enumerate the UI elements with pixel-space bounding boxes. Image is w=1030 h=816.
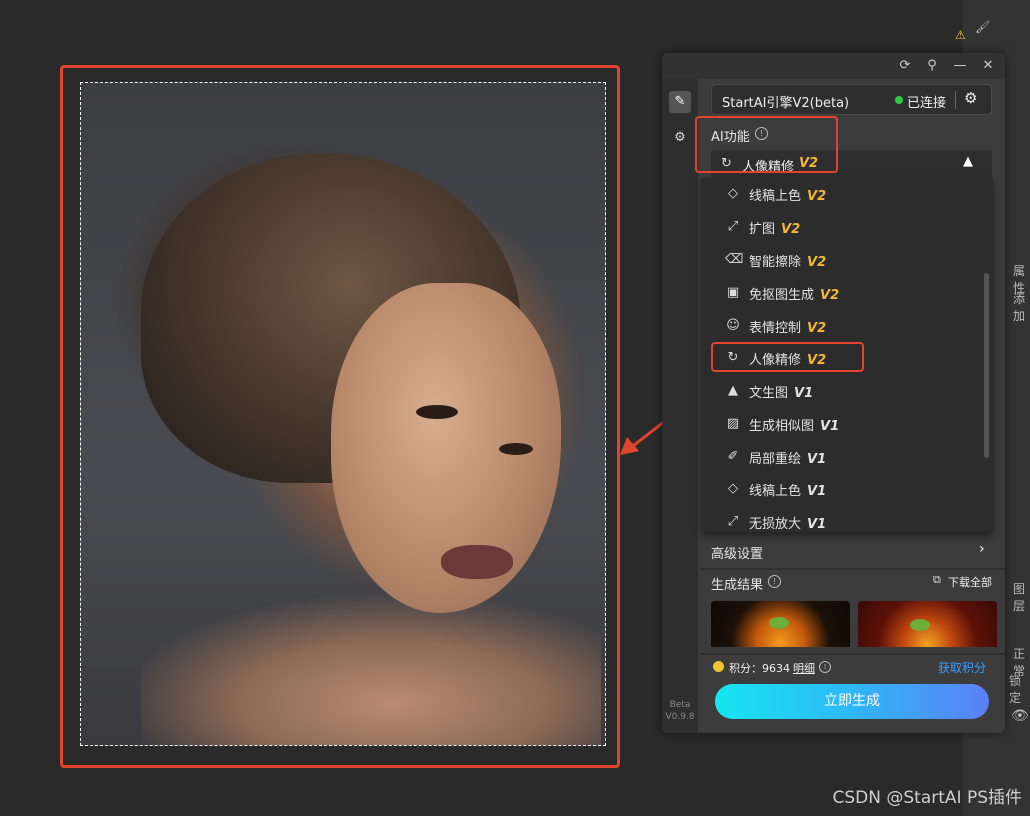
dropdown-item-inpaint[interactable]: ✐ 局部重绘 V1 [701, 442, 981, 472]
beta-label: Beta [669, 700, 691, 710]
dropdown-scrollbar[interactable] [984, 273, 989, 458]
connection-status: 已连接 [907, 96, 947, 111]
result-thumbnail-2[interactable] [858, 601, 997, 647]
points-detail-link[interactable]: 明细 [793, 660, 815, 676]
highlight-box-portrait-item [711, 342, 864, 372]
warning-icon: ⚠ [955, 28, 966, 42]
engine-selector[interactable]: StartAI引擎V2(beta) 已连接 ⚙ [711, 84, 992, 115]
info-icon[interactable]: ! [768, 575, 781, 588]
panel-sidebar: ✎ ⚙ Beta V0.9.8 [662, 79, 698, 733]
watermark-text: CSDN @StartAI PS插件 [832, 788, 1023, 808]
paint-bucket-icon: ◇ [728, 186, 738, 201]
get-points-link[interactable]: 获取积分 [938, 659, 986, 676]
download-icon: ⧉ [933, 573, 941, 586]
dropdown-item-line-color-v1[interactable]: ◇ 线稿上色 V1 [701, 474, 981, 504]
expand-icon: ⤢ [727, 219, 739, 234]
lock-label: 锁定 [1009, 674, 1022, 705]
status-dot-icon [895, 96, 903, 104]
layers-tab[interactable]: 图层 [1013, 580, 1030, 614]
version-label: V0.9.8 [665, 712, 695, 722]
close-icon[interactable]: ✕ [979, 57, 997, 75]
points-balance: 积分：9634 [729, 662, 790, 675]
add-label: 添加 [1013, 292, 1026, 323]
engine-name: StartAI引擎V2(beta) [722, 96, 850, 111]
eye-icon[interactable]: 👁 [1011, 708, 1029, 724]
eraser-icon: ⌫ [725, 252, 744, 267]
upscale-icon: ⤢ [727, 514, 739, 529]
canvas-portrait-image[interactable] [80, 82, 606, 746]
image-icon: ▲ [728, 383, 738, 398]
dropdown-item-expression[interactable]: ☺ 表情控制 V2 [701, 311, 981, 341]
advanced-settings-row[interactable]: 高级设置 › [701, 538, 997, 566]
dropdown-item-cutout[interactable]: ▣ 免抠图生成 V2 [701, 278, 981, 308]
brush-icon: ✐ [727, 449, 739, 464]
chevron-right-icon: › [979, 541, 985, 557]
settings-gear-icon[interactable]: ⚙ [669, 127, 691, 149]
startai-plugin-panel: ⟳ ⚲ — ✕ ✎ ⚙ Beta V0.9.8 StartAI引擎V2(beta… [662, 53, 1005, 733]
dropdown-item-text-to-image[interactable]: ▲ 文生图 V1 [701, 376, 981, 406]
cutout-icon: ▣ [726, 285, 740, 300]
panel-titlebar: ⟳ ⚲ — ✕ [662, 53, 1005, 79]
pin-icon[interactable]: ⚲ [923, 57, 941, 75]
similar-image-icon: ▨ [726, 416, 740, 431]
chevron-up-icon[interactable]: ▲ [963, 154, 973, 169]
dropdown-item-expand[interactable]: ⤢ 扩图 V2 [701, 212, 981, 242]
paint-bucket-icon: ◇ [728, 481, 738, 496]
coin-icon [713, 661, 724, 672]
dropdown-item-upscale[interactable]: ⤢ 无损放大 V1 [701, 507, 981, 532]
refresh-icon[interactable]: ⟳ [896, 57, 914, 75]
edit-icon[interactable]: ✎ [669, 91, 691, 113]
highlight-box-ai-function [695, 116, 838, 173]
smile-icon: ☺ [726, 318, 740, 333]
results-title: 生成结果 [711, 578, 764, 593]
dropdown-item-line-color-v2[interactable]: ◇ 线稿上色 V2 [701, 179, 981, 209]
dropdown-item-similar-image[interactable]: ▨ 生成相似图 V1 [701, 409, 981, 439]
dropdown-item-smart-erase[interactable]: ⌫ 智能擦除 V2 [701, 245, 981, 275]
engine-switch-icon[interactable]: ⚙ [964, 89, 977, 107]
result-thumbnail-1[interactable] [711, 601, 850, 647]
brush-tool-icon[interactable]: 🖌 [975, 20, 995, 38]
advanced-settings-label: 高级设置 [711, 547, 764, 562]
info-icon[interactable]: ! [819, 661, 831, 673]
generate-button[interactable]: 立即生成 [715, 684, 989, 719]
download-all-button[interactable]: 下载全部 [948, 574, 992, 590]
minimize-icon[interactable]: — [951, 57, 969, 75]
